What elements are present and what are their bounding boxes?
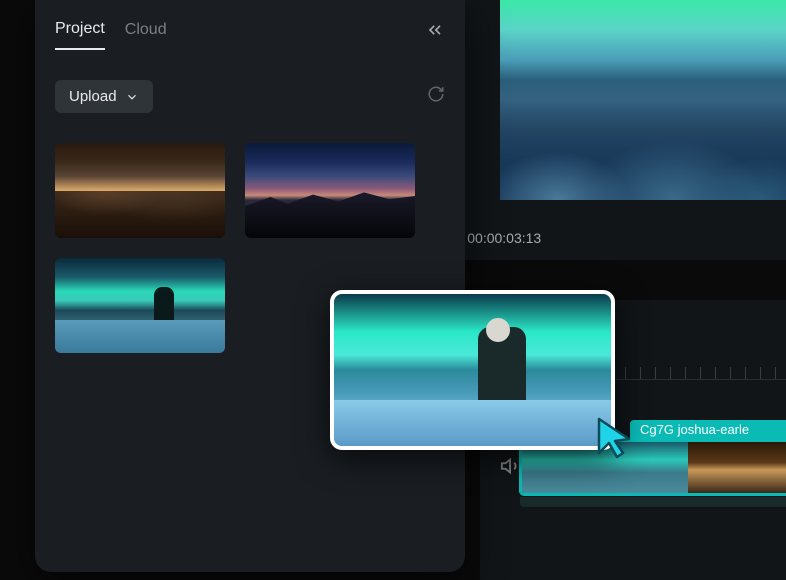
media-thumbnail[interactable] (245, 143, 415, 238)
timeline-clip-audio[interactable] (520, 497, 786, 507)
preview-panel (430, 0, 786, 260)
clip-label: Cg7G joshua-earle (630, 420, 786, 440)
audio-icon[interactable] (500, 455, 522, 482)
tab-cloud[interactable]: Cloud (125, 21, 167, 49)
media-thumbnail[interactable] (55, 258, 225, 353)
drag-preview-thumbnail[interactable] (330, 290, 615, 450)
preview-video[interactable] (500, 0, 786, 200)
media-thumbnail[interactable] (55, 143, 225, 238)
chevron-down-icon (125, 90, 139, 104)
collapse-panel-button[interactable] (425, 20, 445, 45)
panel-tabs: Project Cloud (55, 20, 445, 50)
media-panel: Project Cloud Upload (35, 0, 465, 572)
total-time: 00:00:03:13 (467, 230, 541, 246)
upload-button[interactable]: Upload (55, 80, 153, 113)
upload-label: Upload (69, 88, 117, 105)
cursor-icon (595, 415, 637, 468)
tab-project[interactable]: Project (55, 20, 105, 50)
refresh-button[interactable] (427, 85, 445, 108)
